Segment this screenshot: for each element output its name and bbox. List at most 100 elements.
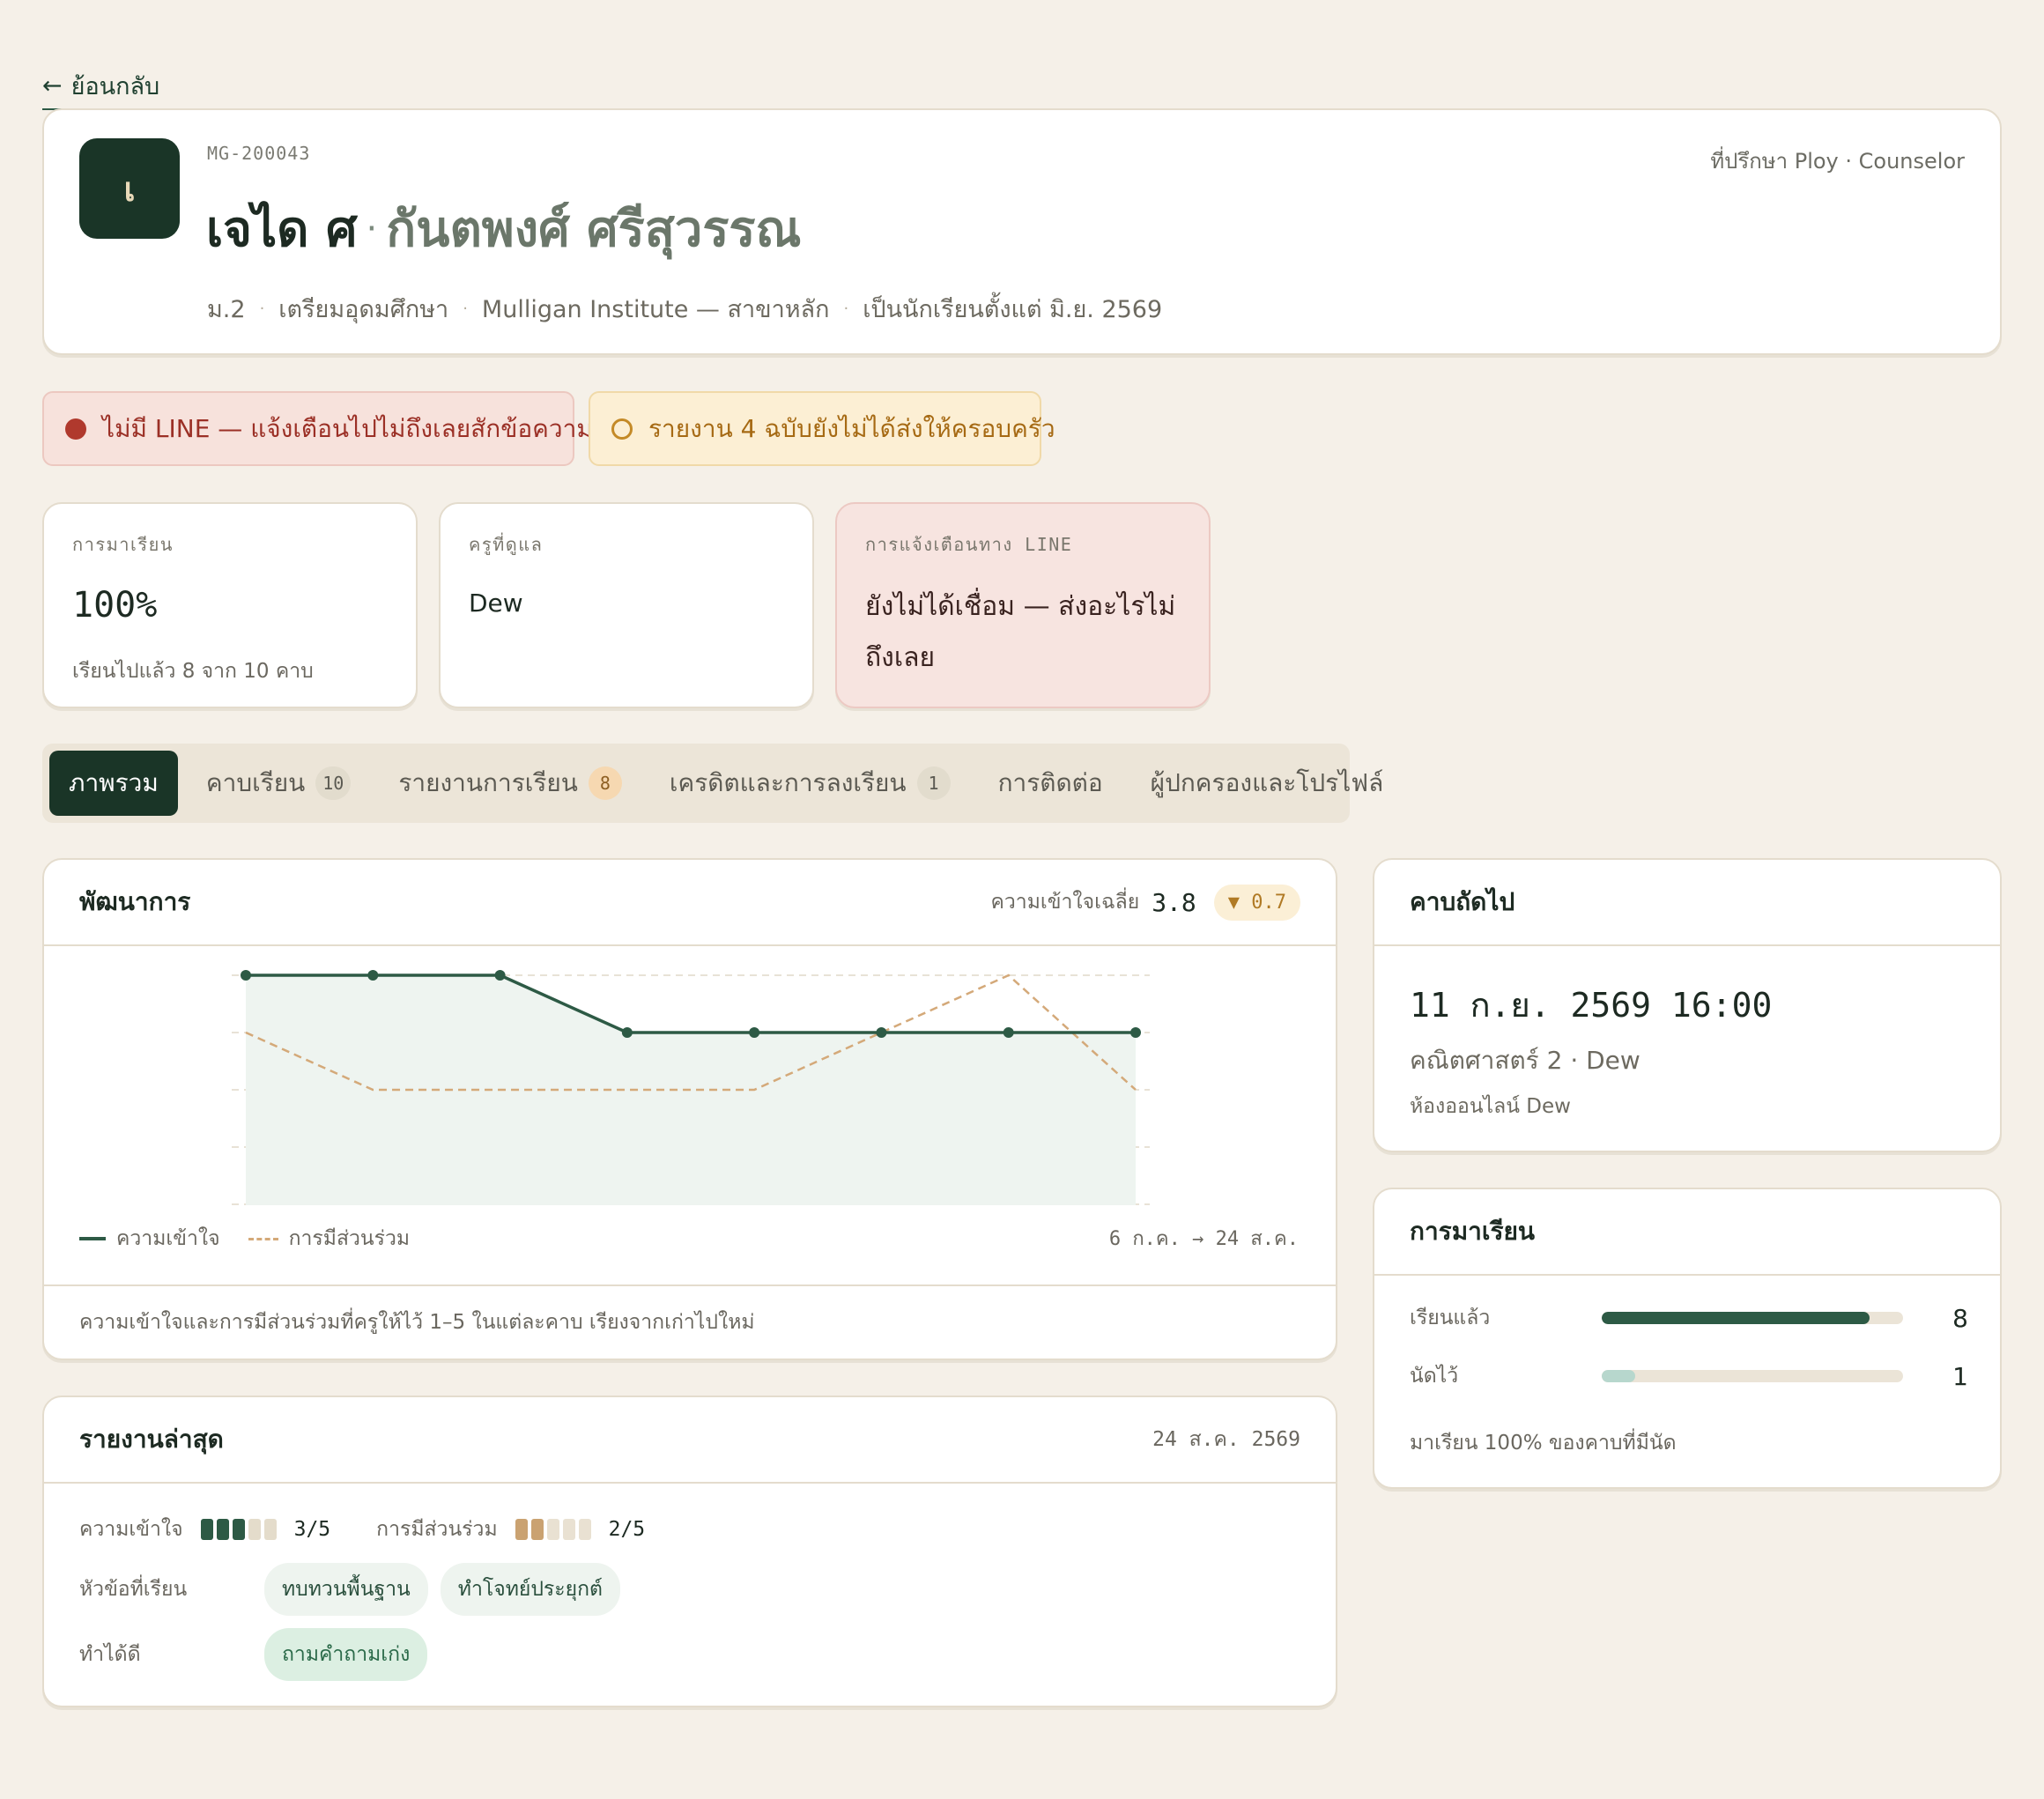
student-meta: ม.2 · เตรียมอุดมศึกษา · Mulligan Institu… — [207, 290, 1162, 328]
stat-value: Dew — [469, 589, 523, 618]
back-label: ย้อนกลับ — [70, 73, 160, 100]
rating-bar-segment — [562, 1519, 575, 1540]
alert-unsent-reports-text: รายงาน 4 ฉบับยังไม่ได้ส่งให้ครอบครัว — [648, 413, 1055, 443]
scheduled-count: 1 — [1952, 1361, 1968, 1391]
attended-bar — [1602, 1312, 1903, 1324]
tab-label: คาบเรียน — [205, 768, 306, 797]
rating-bar-segment — [263, 1519, 277, 1540]
alert-no-line[interactable]: ไม่มี LINE — แจ้งเตือนไปไม่ถึงเลยสักข้อค… — [42, 391, 593, 466]
progress-card: พัฒนาการ ความเข้าใจเฉลี่ย 3.8 ▼ 0.7 ความ… — [42, 858, 1337, 1360]
student-name-full: กันตพงศ์ ศรีสุวรรณ — [386, 201, 802, 258]
progress-header: พัฒนาการ ความเข้าใจเฉลี่ย 3.8 ▼ 0.7 — [44, 860, 1336, 946]
progress-chart — [232, 970, 1150, 1205]
tab-reports[interactable]: รายงานการเรียน 8 — [379, 751, 641, 816]
next-class-datetime: 11 ก.ย. 2569 16:00 — [1410, 986, 1773, 1025]
understanding-point — [367, 970, 379, 981]
stat-teacher: ครูที่ดูแล Dew — [439, 502, 814, 708]
arrow-left-icon: ← — [42, 72, 63, 100]
did-well-chip: ถามคำถามเก่ง — [264, 1628, 428, 1681]
tab-credits[interactable]: เครดิตและการลงเรียน 1 — [650, 751, 970, 816]
attendance-card: การมาเรียน เรียนแล้ว 8 นัดไว้ 1 มาเรียน … — [1373, 1188, 2002, 1489]
legend-label: ความเข้าใจ — [116, 1227, 220, 1250]
attendance-title: การมาเรียน — [1410, 1217, 1536, 1246]
tab-label: ภาพรวม — [69, 768, 159, 797]
enrolled-since: เป็นนักเรียนตั้งแต่ มิ.ย. 2569 — [863, 296, 1163, 323]
legend-swatch-dashed — [248, 1237, 278, 1240]
report-scores: ความเข้าใจ 3/5 การมีส่วนร่วม 2/5 — [79, 1514, 678, 1545]
rating-bar-segment — [546, 1519, 559, 1540]
report-header: รายงานล่าสุด 24 ส.ค. 2569 — [44, 1397, 1336, 1484]
stat-label: การแจ้งเตือนทาง LINE — [865, 534, 1073, 555]
tab-count-badge: 10 — [315, 766, 352, 800]
scheduled-row: นัดไว้ 1 — [1410, 1360, 1968, 1392]
avg-value: 3.8 — [1152, 887, 1196, 917]
counselor-label: ที่ปรึกษา Ploy · Counselor — [1710, 149, 1965, 174]
legend-label: การมีส่วนร่วม — [288, 1227, 411, 1250]
participation-score: 2/5 — [608, 1518, 646, 1541]
scheduled-bar — [1602, 1370, 1903, 1382]
topic-chips: ทบทวนพื้นฐาน ทำโจทย์ประยุกต์ — [264, 1563, 620, 1616]
rating-bar-segment — [232, 1519, 245, 1540]
understanding-point — [621, 1027, 633, 1038]
tab-label: เครดิตและการลงเรียน — [669, 768, 907, 797]
chart-legend: ความเข้าใจ การมีส่วนร่วม — [79, 1223, 410, 1255]
name-separator: · — [366, 209, 378, 249]
alert-no-line-text: ไม่มี LINE — แจ้งเตือนไปไม่ถึงเลยสักข้อค… — [102, 413, 593, 443]
rating-bar-segment — [248, 1519, 261, 1540]
meta-separator: · — [259, 300, 265, 318]
participation-rating-bars — [515, 1519, 591, 1540]
understanding-point — [1130, 1027, 1141, 1038]
stat-line-notification: การแจ้งเตือนทาง LINE ยังไม่ได้เชื่อม — ส… — [835, 502, 1211, 708]
chart-footnote: ความเข้าใจและการมีส่วนร่วมที่ครูให้ไว้ 1… — [44, 1284, 1336, 1359]
did-well-chips: ถามคำถามเก่ง — [264, 1628, 428, 1681]
tab-label: ผู้ปกครองและโปรไฟล์ — [1150, 768, 1384, 797]
tab-overview[interactable]: ภาพรวม — [49, 751, 178, 816]
scheduled-label: นัดไว้ — [1410, 1365, 1459, 1388]
student-id: MG-200043 — [207, 143, 311, 164]
avatar: เ — [79, 138, 180, 239]
topic-chip: ทำโจทย์ประยุกต์ — [440, 1563, 620, 1616]
tab-sessions[interactable]: คาบเรียน 10 — [187, 751, 370, 816]
participation-label: การมีส่วนร่วม — [376, 1518, 498, 1541]
meta-separator: · — [843, 300, 849, 318]
attended-label: เรียนแล้ว — [1410, 1307, 1491, 1329]
tab-guardians-profile[interactable]: ผู้ปกครองและโปรไฟล์ — [1131, 751, 1403, 816]
branch: Mulligan Institute — สาขาหลัก — [481, 296, 830, 323]
understanding-point — [876, 1027, 887, 1038]
avg-label: ความเข้าใจเฉลี่ย — [990, 891, 1140, 914]
topics-label: หัวข้อที่เรียน — [79, 1578, 188, 1601]
stat-subtext: เรียนไปแล้ว 8 จาก 10 คาบ — [72, 660, 314, 683]
tab-bar: ภาพรวม คาบเรียน 10 รายงานการเรียน 8 เครด… — [42, 744, 1383, 823]
stat-label: การมาเรียน — [72, 534, 174, 555]
stat-label: ครูที่ดูแล — [469, 534, 544, 555]
next-class-subject: คณิตศาสตร์ 2 · Dew — [1410, 1046, 1640, 1075]
tab-label: การติดต่อ — [997, 768, 1103, 797]
chart-date-range: 6 ก.ค. → 24 ส.ค. — [1108, 1228, 1299, 1250]
attendance-header: การมาเรียน — [1374, 1189, 2000, 1276]
progress-title: พัฒนาการ — [79, 887, 191, 916]
back-link[interactable]: ← ย้อนกลับ — [42, 67, 160, 110]
understanding-point — [1003, 1027, 1014, 1038]
delta-badge: ▼ 0.7 — [1213, 884, 1300, 921]
did-well-label: ทำได้ดี — [79, 1643, 141, 1666]
alert-unsent-reports[interactable]: รายงาน 4 ฉบับยังไม่ได้ส่งให้ครอบครัว — [589, 391, 1055, 466]
student-name-th: เจได ศ — [206, 201, 358, 258]
topic-chip: ทบทวนพื้นฐาน — [264, 1563, 428, 1616]
legend-participation: การมีส่วนร่วม — [248, 1223, 410, 1255]
grade: ม.2 — [207, 296, 246, 323]
stat-attendance: การมาเรียน 100% เรียนไปแล้ว 8 จาก 10 คาบ — [42, 502, 418, 708]
average-understanding: ความเข้าใจเฉลี่ย 3.8 ▼ 0.7 — [990, 884, 1300, 921]
alert-ring-icon — [611, 418, 633, 440]
student-header: เ MG-200043 ที่ปรึกษา Ploy · Counselor เ… — [42, 108, 2002, 355]
next-class-header: คาบถัดไป — [1374, 860, 2000, 946]
tab-contact[interactable]: การติดต่อ — [979, 751, 1122, 816]
understanding-score: 3/5 — [293, 1518, 331, 1541]
next-class-title: คาบถัดไป — [1410, 887, 1515, 916]
stat-value: ยังไม่ได้เชื่อม — ส่งอะไรไม่ถึงเลย — [865, 591, 1176, 673]
page-title: เจได ศ · กันตพงศ์ ศรีสุวรรณ — [206, 189, 801, 268]
report-title: รายงานล่าสุด — [79, 1425, 224, 1454]
attendance-note: มาเรียน 100% ของคาบที่มีนัด — [1410, 1432, 1677, 1455]
attended-row: เรียนแล้ว 8 — [1410, 1302, 1968, 1334]
understanding-point — [494, 970, 506, 981]
alert-dot-icon — [65, 418, 86, 440]
